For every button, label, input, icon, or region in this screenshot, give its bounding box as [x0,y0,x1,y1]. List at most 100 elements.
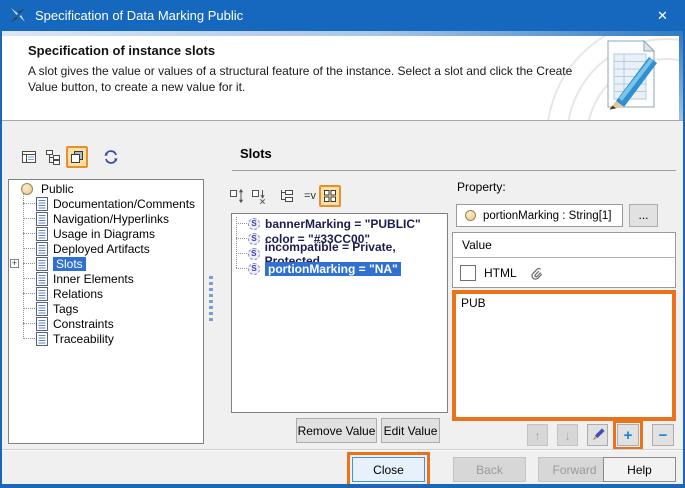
tree-item-label: Constraints [53,317,114,331]
delete-value-button[interactable] [249,186,269,206]
tree-mode-button[interactable] [276,186,296,206]
properties-view-button[interactable] [66,146,88,168]
splitter-grip [209,276,213,324]
slots-panel-title: Slots [240,146,272,161]
forward-button[interactable]: Forward [538,457,611,482]
banner-heading: Specification of instance slots [28,43,215,58]
specification-view-button[interactable] [18,146,40,168]
property-name: portionMarking : String[1] [483,210,611,222]
title-bar: Specification of Data Marking Public ✕ [0,0,685,31]
tree-item-label: Public [41,182,74,196]
plus-icon: + [624,428,633,443]
tree-item-label: Documentation/Comments [53,197,195,211]
edit-value-pencil-button[interactable] [587,424,608,446]
overlapping-squares-icon [69,149,85,165]
tree-item-public[interactable]: Public [9,181,203,196]
document-pencil-icon [592,37,678,115]
document-icon [36,197,48,211]
arrow-down-icon: ↓ [564,428,571,443]
html-row: HTML [453,258,675,287]
document-icon [36,257,48,271]
banner-description: A slot gives the value or values of a st… [28,63,580,95]
document-icon [36,287,48,301]
html-checkbox[interactable] [460,265,476,281]
show-values-button[interactable]: =v [300,186,320,206]
dialog-banner: Specification of instance slots A slot g… [0,31,685,120]
banner-top-stripe [0,31,685,36]
value-column-header: Value [453,233,675,258]
window-title: Specification of Data Marking Public [35,0,243,31]
tree-item-label: Inner Elements [53,272,134,286]
tree-item-label-selected: Slots [53,257,86,271]
tree-item-label: Traceability [53,332,114,346]
tree-item-documentation[interactable]: Documentation/Comments [9,196,203,211]
highlight-ring-add-value: + [613,420,643,450]
tree-view-icon [45,149,61,165]
close-window-button[interactable]: ✕ [640,0,685,31]
document-icon [36,317,48,331]
highlight-ring-close: Close [347,452,430,487]
slot-item-bannermarking[interactable]: S bannerMarking = "PUBLIC" [232,216,421,231]
grid-icon [322,188,338,204]
tree-item-label: Deployed Artifacts [53,242,150,256]
slot-item-incompatible[interactable]: S incompatible = Private, Protected [232,246,447,261]
panel-splitter[interactable] [207,276,214,324]
create-value-button[interactable] [227,186,247,206]
window-border [0,31,2,488]
html-label: HTML [484,266,517,280]
grid-mode-button[interactable] [319,185,341,207]
tree-item-slots[interactable]: Slots [9,256,203,271]
remove-value-button[interactable]: Remove Value [296,418,377,443]
tree-item-navigation[interactable]: Navigation/Hyperlinks [9,211,203,226]
tree-item-label: Relations [53,287,103,301]
add-value-button[interactable]: + [617,424,639,446]
tree-item-traceability[interactable]: Traceability [9,331,203,346]
move-value-down-button[interactable]: ↓ [557,424,578,446]
close-button[interactable]: Close [352,457,425,482]
pencil-icon [590,427,606,443]
tree-item-constraints[interactable]: Constraints [9,316,203,331]
value-table: Value HTML [452,232,676,288]
tree-item-tags[interactable]: Tags [9,301,203,316]
edit-value-button[interactable]: Edit Value [381,418,440,443]
slot-item-portionmarking[interactable]: S portionMarking = "NA" [232,261,401,276]
specification-tree: Public Documentation/Comments Navigation… [8,179,204,444]
tree-item-label: Usage in Diagrams [53,227,155,241]
containment-view-button[interactable] [42,146,64,168]
browse-property-button[interactable]: ... [629,204,658,227]
tree-structure-icon [278,188,294,204]
specification-dialog: Specification of Data Marking Public ✕ S… [0,0,685,488]
delete-value-icon [251,188,267,204]
close-icon: ✕ [657,8,668,23]
slot-icon: S [248,218,260,230]
minus-icon: − [659,428,668,443]
arrow-up-icon: ↑ [534,428,541,443]
window-border [0,484,685,488]
tree-item-label: Tags [53,302,78,316]
remove-value-minus-button[interactable]: − [652,424,674,446]
value-text-editor[interactable]: PUB [452,290,676,421]
document-icon [36,332,48,346]
document-icon [36,242,48,256]
slot-item-label: bannerMarking = "PUBLIC" [265,217,421,231]
create-value-icon [229,188,245,204]
help-button[interactable]: Help [603,457,676,482]
slot-icon: S [248,233,260,245]
slot-item-label-selected: portionMarking = "NA" [265,262,401,276]
banner-separator [0,120,685,121]
instance-icon [21,183,33,195]
tree-item-deployed[interactable]: Deployed Artifacts [9,241,203,256]
footer-separator [0,449,685,450]
document-icon [36,212,48,226]
tree-item-inner-elements[interactable]: Inner Elements [9,271,203,286]
refresh-button[interactable] [100,146,122,168]
document-icon [36,272,48,286]
property-field: portionMarking : String[1] [456,204,623,227]
paperclip-icon[interactable] [529,265,545,281]
table-view-icon [21,149,37,165]
tree-item-usage[interactable]: Usage in Diagrams [9,226,203,241]
move-value-up-button[interactable]: ↑ [527,424,548,446]
back-button[interactable]: Back [453,457,526,482]
slots-header-separator [232,170,676,171]
tree-item-relations[interactable]: Relations [9,286,203,301]
